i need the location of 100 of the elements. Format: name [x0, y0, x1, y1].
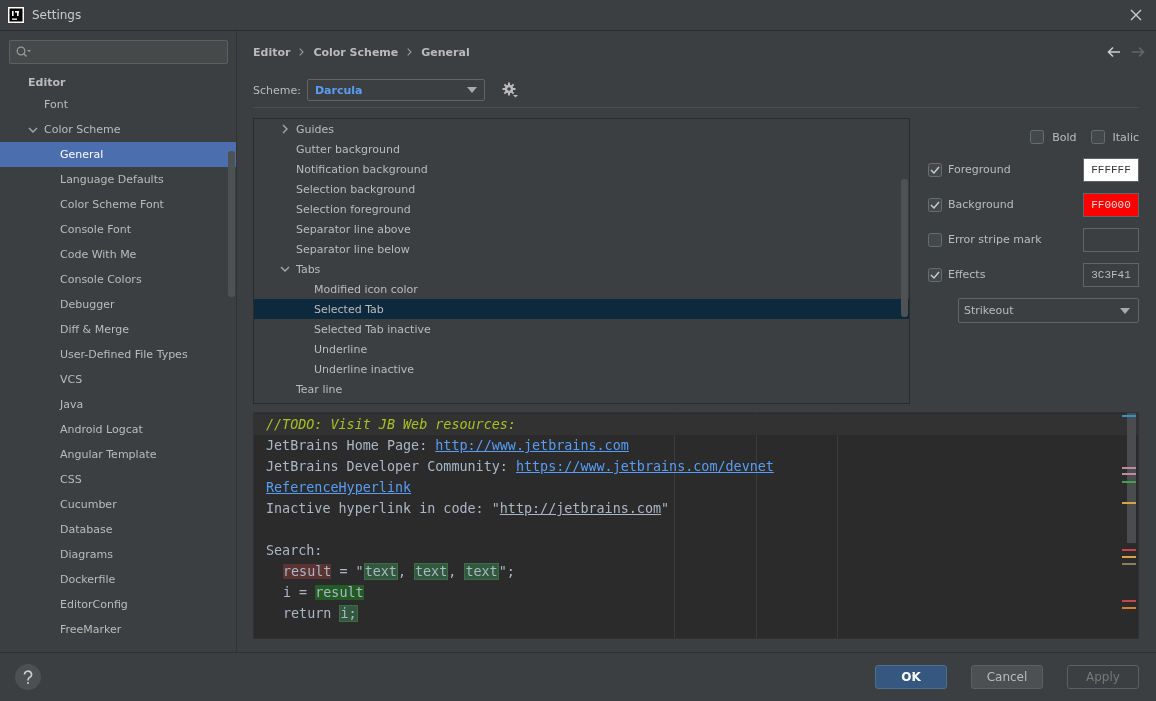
sidebar-item[interactable]: General [60, 148, 104, 161]
checkbox[interactable] [928, 162, 942, 177]
sidebar-item[interactable]: Code With Me [60, 248, 137, 261]
list-item[interactable]: Guides [254, 119, 909, 139]
code-text: JetBrains Developer Community: [266, 459, 509, 474]
sidebar-item[interactable]: User-Defined File Types [60, 348, 188, 361]
list-item[interactable]: Separator line below [254, 239, 909, 259]
app-logo-icon [8, 7, 24, 23]
code-text: Search: [266, 543, 323, 558]
window-title: Settings [32, 8, 83, 22]
scrollbar-thumb[interactable] [901, 179, 908, 317]
checkbox[interactable] [928, 232, 942, 247]
list-item[interactable]: Selection background [254, 179, 909, 199]
sidebar-item[interactable]: Debugger [60, 298, 115, 311]
code-text: Inactive hyperlink in code: " [266, 501, 500, 516]
code-text: "; [498, 564, 515, 579]
checkbox-label: Effects [948, 268, 986, 281]
chevron-right-icon [407, 48, 413, 56]
close-icon[interactable] [1130, 9, 1142, 21]
chevron-right-icon[interactable] [280, 124, 290, 134]
color-swatch[interactable]: FFFFFF [1083, 157, 1139, 182]
search-match: text [363, 563, 398, 580]
code-text: return [283, 606, 333, 621]
color-swatch[interactable] [1083, 227, 1139, 252]
effect-dropdown[interactable]: Strikeout [958, 298, 1139, 323]
search-field[interactable] [9, 40, 228, 64]
checkbox-label: Foreground [948, 163, 1011, 176]
search-match: i; [339, 605, 358, 622]
help-button[interactable] [15, 664, 41, 690]
list-item[interactable]: Modified icon color [254, 279, 909, 299]
sidebar-item[interactable]: CSS [60, 473, 82, 486]
sidebar-item[interactable]: Language Defaults [60, 173, 164, 186]
list-item[interactable]: Underline inactive [254, 359, 909, 379]
list-item[interactable]: Selection foreground [254, 199, 909, 219]
sidebar-item[interactable]: Dockerfile [60, 573, 116, 586]
color-swatch[interactable]: 3C3F41 [1083, 262, 1139, 287]
checkbox[interactable] [928, 267, 942, 282]
read-usage-highlight: result [315, 585, 364, 600]
caret-icon [466, 87, 477, 93]
caret-icon [1120, 307, 1130, 314]
hyperlink[interactable]: http://www.jetbrains.com [435, 438, 629, 453]
breadcrumb-item[interactable]: Color Scheme [313, 45, 399, 59]
sidebar-item[interactable]: Console Colors [60, 273, 142, 286]
code-text: , [448, 564, 458, 579]
chevron-right-icon [299, 48, 305, 56]
list-item[interactable]: Tear line [254, 379, 909, 399]
code-text: i = [283, 585, 309, 600]
code-text: = " [338, 564, 364, 579]
inactive-hyperlink: http://jetbrains.com [499, 501, 662, 516]
checkbox-label: Italic [1112, 130, 1139, 144]
write-usage-highlight: result [283, 564, 332, 579]
sidebar-item[interactable]: Color Scheme Font [60, 198, 164, 211]
search-match: text [464, 563, 499, 580]
code-text: " [661, 501, 670, 516]
color-swatch[interactable]: FF0000 [1083, 192, 1139, 217]
checkbox[interactable] [1090, 130, 1105, 144]
checkbox[interactable] [928, 197, 942, 212]
code-text: , [397, 564, 407, 579]
list-item[interactable]: Selected Tab [254, 299, 909, 319]
sidebar-item[interactable]: EditorConfig [60, 598, 128, 611]
sidebar-item[interactable]: Database [60, 523, 113, 536]
hyperlink[interactable]: ReferenceHyperlink [266, 480, 412, 495]
sidebar-item[interactable]: Diff & Merge [60, 323, 129, 336]
code-comment: //TODO: Visit JB Web resources: [266, 417, 516, 432]
help-icon [22, 670, 34, 684]
sidebar-item[interactable]: Android Logcat [60, 423, 143, 436]
scheme-dropdown[interactable]: Darcula [306, 79, 485, 101]
code-text: JetBrains Home Page: [266, 438, 429, 453]
checkbox-label: Error stripe mark [948, 233, 1042, 246]
checkbox-label: Bold [1052, 130, 1077, 144]
sidebar-item[interactable]: Console Font [60, 223, 132, 236]
sidebar-item[interactable]: Cucumber [60, 498, 117, 511]
list-item[interactable]: Tabs [254, 259, 909, 279]
dialog-button[interactable]: OK [875, 665, 947, 689]
list-item[interactable]: Notification background [254, 159, 909, 179]
sidebar-item[interactable]: VCS [60, 373, 83, 386]
sidebar-item[interactable]: Font [44, 98, 68, 111]
sidebar-item[interactable]: Angular Template [60, 448, 157, 461]
breadcrumb-item[interactable]: General [421, 45, 470, 59]
gear-icon[interactable] [500, 81, 519, 99]
checkbox[interactable] [1030, 130, 1045, 144]
dialog-button[interactable]: Cancel [971, 665, 1043, 689]
list-item[interactable]: Selected Tab inactive [254, 319, 909, 339]
chevron-down-icon[interactable] [280, 264, 290, 274]
scrollbar-thumb[interactable] [228, 151, 235, 297]
sidebar-item[interactable]: Diagrams [60, 548, 113, 561]
scheme-label: Scheme: [253, 83, 301, 97]
search-icon [16, 46, 32, 58]
sidebar-item[interactable]: FreeMarker [60, 623, 122, 636]
list-item[interactable]: Gutter background [254, 139, 909, 159]
sidebar-item[interactable]: Java [60, 398, 84, 411]
search-match: text [414, 563, 449, 580]
back-arrow-icon[interactable] [1107, 46, 1121, 58]
breadcrumb-item[interactable]: Editor [253, 45, 291, 59]
section-header: Editor [28, 75, 66, 89]
list-item[interactable]: Underline [254, 339, 909, 359]
hyperlink[interactable]: https://www.jetbrains.com/devnet [515, 459, 774, 474]
checkbox-label: Background [948, 198, 1014, 211]
list-item[interactable]: Separator line above [254, 219, 909, 239]
sidebar-item[interactable]: Color Scheme [44, 123, 121, 136]
